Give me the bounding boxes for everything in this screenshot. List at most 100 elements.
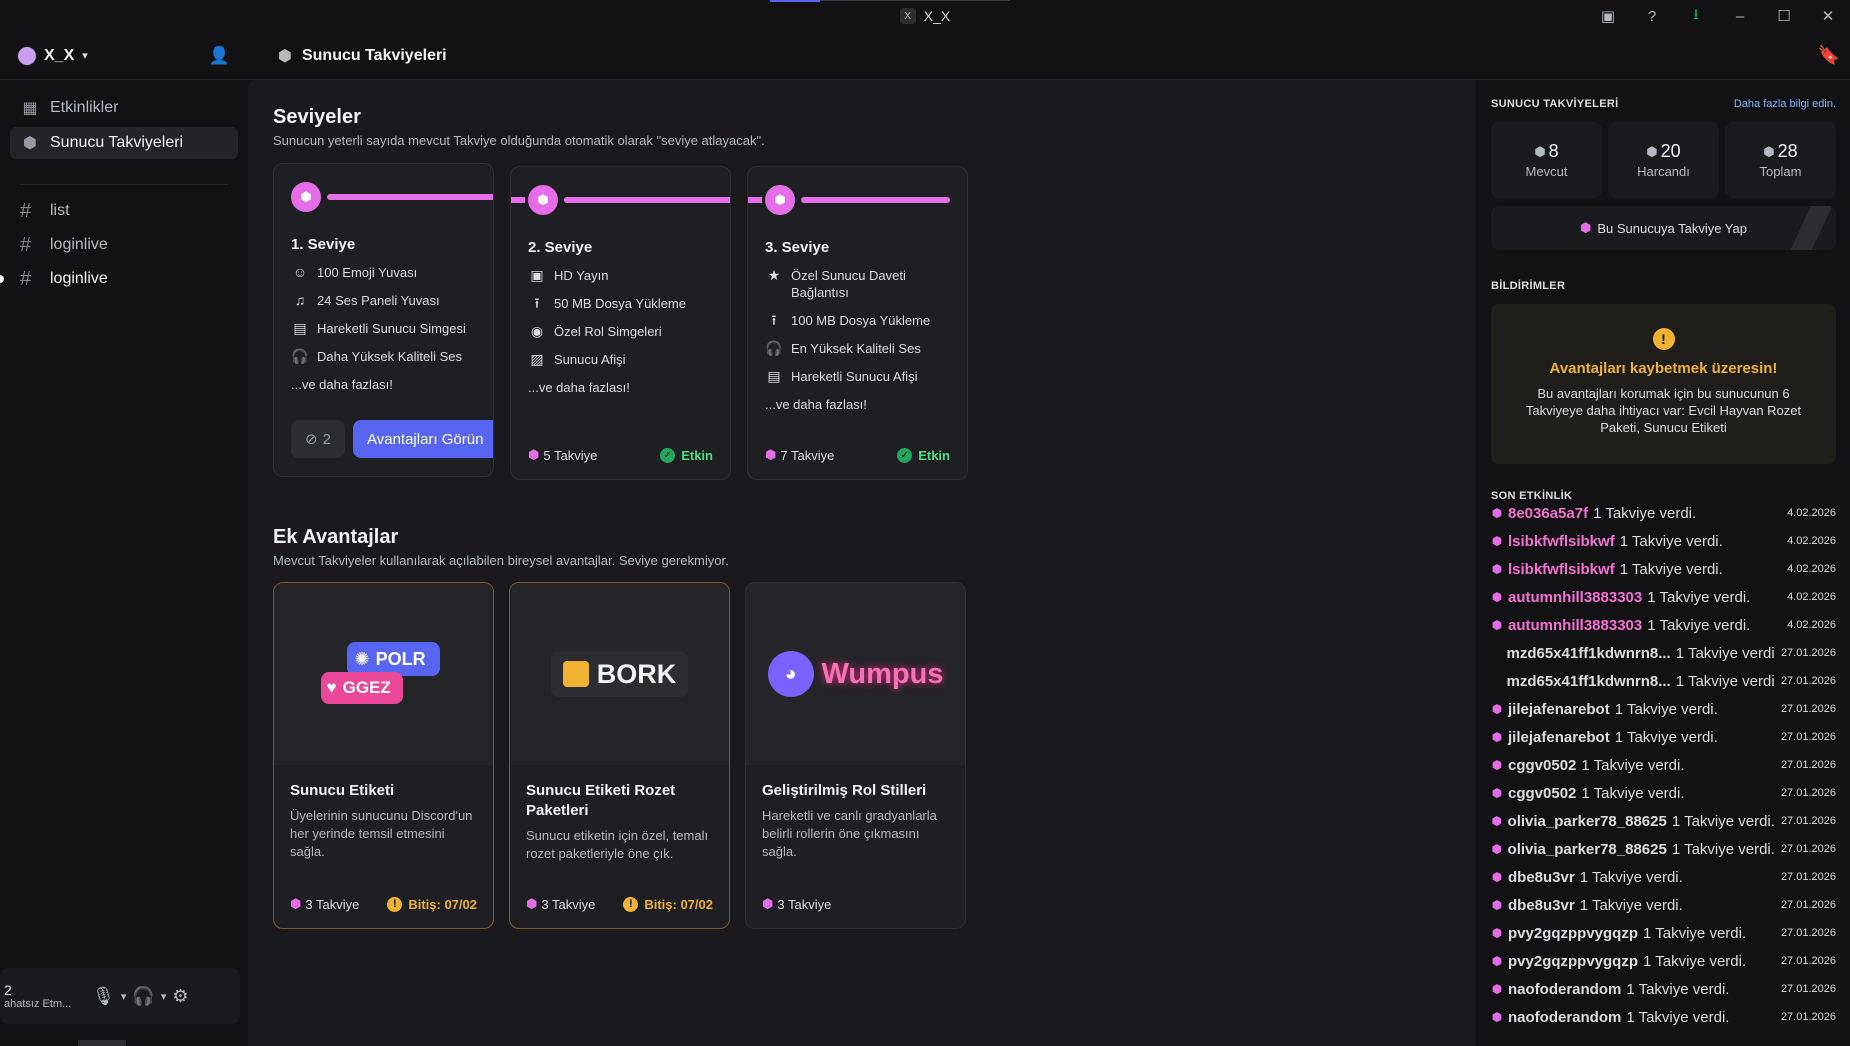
boost-count-chip: ⊘ 2: [291, 420, 345, 458]
activity-user[interactable]: jilejafenarebot: [1508, 729, 1610, 746]
boost-gem-icon: ⬢: [291, 182, 321, 212]
close-icon[interactable]: ✕: [1806, 0, 1850, 32]
activity-user[interactable]: mzd65x41ff1kdwnrn8...: [1506, 645, 1670, 662]
activity-list[interactable]: ⬢ 8e036a5a7f 1 Takviye verdi. 4.02.2026 ⬢ lsi…: [1491, 507, 1836, 1027]
activity-user[interactable]: lsibkfwflsibkwf: [1508, 561, 1615, 578]
level-progress-bar: [511, 197, 525, 203]
hash-icon: #: [20, 267, 32, 290]
channel-item[interactable]: # loginlive: [0, 229, 248, 261]
guild-header[interactable]: X_X ▾ 👤: [0, 32, 248, 80]
stat-total: ⬢ 28 Toplam: [1725, 122, 1836, 198]
boost-gem-icon: ⬢: [1491, 730, 1503, 744]
boost-gem-icon: ⬢: [1491, 562, 1503, 576]
boost-gem-icon: ⬢: [1491, 507, 1503, 520]
activity-user[interactable]: pvy2gqzppvygqzp: [1508, 925, 1638, 942]
sidebar-divider: [20, 184, 228, 185]
horizontal-scrollbar[interactable]: [78, 1040, 126, 1046]
perk-item: ⭱ 50 MB Dosya Yükleme: [528, 295, 713, 312]
activity-user[interactable]: dbe8u3vr: [1508, 869, 1575, 886]
activity-user[interactable]: jilejafenarebot: [1508, 701, 1610, 718]
activity-date: 27.01.2026: [1780, 843, 1836, 855]
activity-message: 1 Takviye verdi.: [1581, 756, 1685, 774]
boost-server-button[interactable]: ⬢ Bu Sunucuya Takviye Yap: [1491, 206, 1836, 250]
server-tag-art: ✺ POLR ♥ GGEZ: [274, 583, 493, 765]
activity-user[interactable]: lsibkfwflsibkwf: [1508, 533, 1615, 550]
activity-user[interactable]: naofoderandom: [1508, 1009, 1621, 1026]
sidebar-item-server-boosts[interactable]: ⬢ Sunucu Takviyeleri: [10, 127, 238, 159]
more-perks: ...ve daha fazlası!: [291, 377, 393, 392]
download-icon[interactable]: ⭳: [1674, 0, 1718, 32]
main-content: Seviyeler Sunucun yeterli sayıda mevcut …: [248, 80, 1474, 1046]
perk-item: ♫ 24 Ses Paneli Yuvası: [291, 292, 476, 309]
perk-expiry: Bitiş: 07/02: [644, 896, 713, 912]
activity-user[interactable]: dbe8u3vr: [1508, 897, 1575, 914]
chevron-down-icon[interactable]: ▾: [161, 990, 167, 1003]
guild-name: X_X: [44, 46, 75, 64]
chevron-down-icon: ▾: [82, 50, 88, 62]
boost-gem-icon: ⬢: [1491, 842, 1502, 856]
check-icon: ✓: [897, 447, 913, 463]
view-perks-button[interactable]: Avantajları Görün: [353, 420, 493, 458]
emoji-icon: ☺: [292, 264, 308, 280]
invite-people-icon[interactable]: 👤: [209, 46, 230, 66]
perk-card-server-tag[interactable]: ✺ POLR ♥ GGEZ Sunucu Etiketi Üyelerinin su…: [273, 582, 494, 929]
maximize-icon[interactable]: ☐: [1762, 0, 1806, 32]
gear-icon[interactable]: ⚙: [172, 986, 188, 1007]
bookmark-icon[interactable]: 🔖: [1818, 45, 1840, 66]
microphone-icon[interactable]: 🎙: [92, 986, 115, 1007]
headphones-icon: 🎧: [291, 348, 309, 364]
headphones-icon[interactable]: 🎧: [132, 986, 154, 1007]
app-icon: X: [899, 8, 916, 24]
activity-date: 27.01.2026: [1780, 787, 1836, 799]
activity-user[interactable]: mzd65x41ff1kdwnrn8...: [1506, 673, 1670, 690]
perk-card-role-styles[interactable]: ◕ Wumpus Geliştirilmiş Rol Stilleri Harek…: [745, 582, 966, 929]
activity-user[interactable]: 8e036a5a7f: [1508, 507, 1588, 522]
help-icon[interactable]: ?: [1630, 0, 1674, 32]
inbox-icon[interactable]: ▣: [1586, 0, 1630, 32]
activity-user[interactable]: autumnhill3883303: [1508, 589, 1642, 606]
perk-item: ▨ Sunucu Afişi: [528, 351, 713, 368]
perk-card-title: Sunucu Etiketi Rozet Paketleri: [526, 782, 676, 819]
perk-card-badge-packs[interactable]: BORK Sunucu Etiketi Rozet Paketleri Sunu…: [509, 582, 730, 929]
activity-row: ⬢ olivia_parker78_88625 1 Takviye verdi. 27…: [1491, 807, 1836, 835]
activity-user[interactable]: cggv0502: [1508, 757, 1576, 774]
user-name: 2: [4, 982, 12, 998]
activity-user[interactable]: olivia_parker78_88625: [1508, 813, 1667, 830]
sidebar-item-events[interactable]: ▦ Etkinlikler: [10, 92, 238, 124]
gear-icon: ✺: [354, 648, 370, 669]
learn-more-link[interactable]: Daha fazla bilgi edin.: [1734, 98, 1836, 110]
activity-row: ⬢ 8e036a5a7f 1 Takviye verdi. 4.02.2026: [1491, 507, 1836, 527]
boost-gem-icon: ⬢: [1491, 954, 1503, 968]
activity-user[interactable]: pvy2gqzppvygqzp: [1508, 953, 1638, 970]
activity-row: ⬢ pvy2gqzppvygqzp 1 Takviye verdi. 27.01.20…: [1491, 947, 1836, 975]
boost-gem-icon: ⬢: [765, 185, 795, 215]
channel-item[interactable]: # list: [0, 195, 248, 227]
warning-icon: !: [1652, 328, 1675, 350]
boost-gem-icon: ⬢: [1763, 143, 1775, 159]
user-info[interactable]: 2 ahatsız Etm...: [4, 982, 80, 1010]
chevron-down-icon[interactable]: ▾: [121, 990, 127, 1003]
boost-gem-icon: ⬢: [1491, 758, 1503, 772]
activity-user[interactable]: naofoderandom: [1508, 981, 1621, 998]
minimize-icon[interactable]: –: [1718, 0, 1762, 32]
activity-message: 1 Takviye verdi.: [1619, 560, 1723, 578]
activity-date: 27.01.2026: [1780, 955, 1836, 967]
activity-message: 1 Takviye verdi.: [1614, 700, 1718, 718]
boost-gem-icon: ⬢: [1534, 143, 1546, 159]
upload-icon: ⭱: [771, 312, 777, 328]
channel-sidebar: X_X ▾ 👤 ▦ Etkinlikler ⬢ Sunucu Takviyele…: [0, 32, 248, 1046]
level-card-2: ⬢ 2. Seviye ▣ HD Yayın ⭱ 50 MB Dosya Yükle…: [510, 166, 731, 480]
boost-stats: ⬢ 8 Mevcut ⬢ 20 Harcandı ⬢ 28 Toplam: [1491, 122, 1836, 198]
update-progress-line: [770, 0, 820, 2]
perk-card-title: Sunucu Etiketi: [290, 782, 395, 799]
activity-user[interactable]: autumnhill3883303: [1508, 617, 1642, 634]
activity-user[interactable]: cggv0502: [1508, 785, 1576, 802]
boost-gem-icon: ⬢: [1491, 618, 1503, 632]
perk-card-desc: Hareketli ve canlı gradyanlarla belirli …: [762, 808, 937, 859]
notifications-heading: BİLDİRİMLER: [1491, 280, 1566, 292]
rail-heading: SUNUCU TAKVİYELERİ: [1491, 98, 1619, 110]
activity-user[interactable]: olivia_parker78_88625: [1508, 841, 1667, 858]
channel-item[interactable]: # loginlive: [0, 263, 248, 295]
activity-row: ⬢ autumnhill3883303 1 Takviye verdi. 4.02.2…: [1491, 583, 1836, 611]
unread-pill: [0, 275, 4, 283]
